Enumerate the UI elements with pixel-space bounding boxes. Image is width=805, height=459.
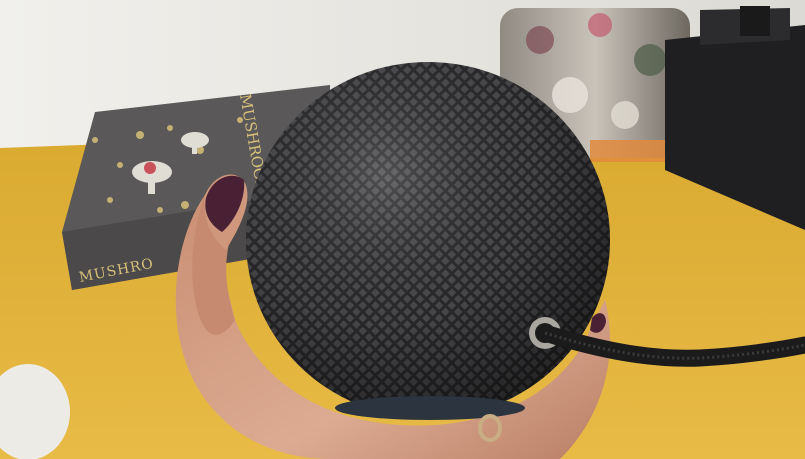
speaker [246, 62, 610, 420]
photo: MUSHROOMS MUSHRO [0, 0, 805, 459]
photo-scene: MUSHROOMS MUSHRO [0, 0, 805, 459]
